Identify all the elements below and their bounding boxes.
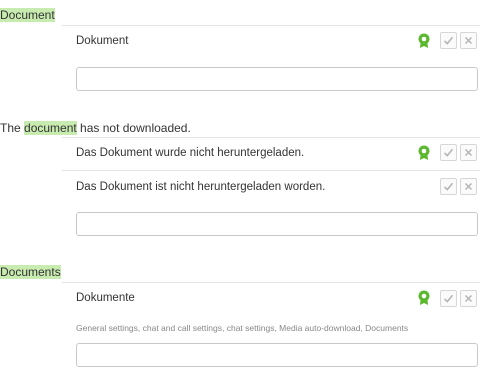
divider bbox=[62, 25, 480, 26]
source-highlight: Documents bbox=[0, 265, 61, 279]
source-highlight: Document bbox=[0, 8, 55, 22]
close-icon bbox=[464, 294, 473, 303]
source-string: The document has not downloaded. bbox=[0, 121, 191, 135]
source-highlight: document bbox=[24, 121, 77, 135]
approved-badge-icon bbox=[417, 290, 431, 306]
accept-button[interactable] bbox=[440, 144, 457, 161]
accept-button[interactable] bbox=[440, 290, 457, 307]
translation-text: Das Dokument ist nicht heruntergeladen w… bbox=[76, 181, 326, 193]
translation-input[interactable] bbox=[76, 343, 478, 367]
divider bbox=[62, 137, 480, 138]
reject-button[interactable] bbox=[460, 32, 477, 49]
close-icon bbox=[464, 148, 473, 157]
translation-input[interactable] bbox=[76, 212, 478, 236]
source-string: Documents bbox=[0, 265, 61, 279]
source-string: Document bbox=[0, 8, 55, 22]
reject-button[interactable] bbox=[460, 178, 477, 195]
divider bbox=[62, 170, 480, 171]
approved-badge-icon bbox=[417, 33, 431, 49]
translation-text: Dokument bbox=[76, 35, 129, 47]
check-icon bbox=[443, 148, 454, 157]
close-icon bbox=[464, 36, 473, 45]
divider bbox=[62, 282, 480, 283]
close-icon bbox=[464, 182, 473, 191]
reject-button[interactable] bbox=[460, 144, 477, 161]
translation-text: Das Dokument wurde nicht heruntergeladen… bbox=[76, 147, 305, 159]
check-icon bbox=[443, 182, 454, 191]
accept-button[interactable] bbox=[440, 32, 457, 49]
check-icon bbox=[443, 294, 454, 303]
translation-input[interactable] bbox=[76, 67, 478, 91]
approved-badge-icon bbox=[417, 145, 431, 161]
accept-button[interactable] bbox=[440, 178, 457, 195]
reject-button[interactable] bbox=[460, 290, 477, 307]
translation-text: Dokumente bbox=[76, 292, 135, 304]
check-icon bbox=[443, 36, 454, 45]
context-path: General settings, chat and call settings… bbox=[76, 323, 409, 333]
